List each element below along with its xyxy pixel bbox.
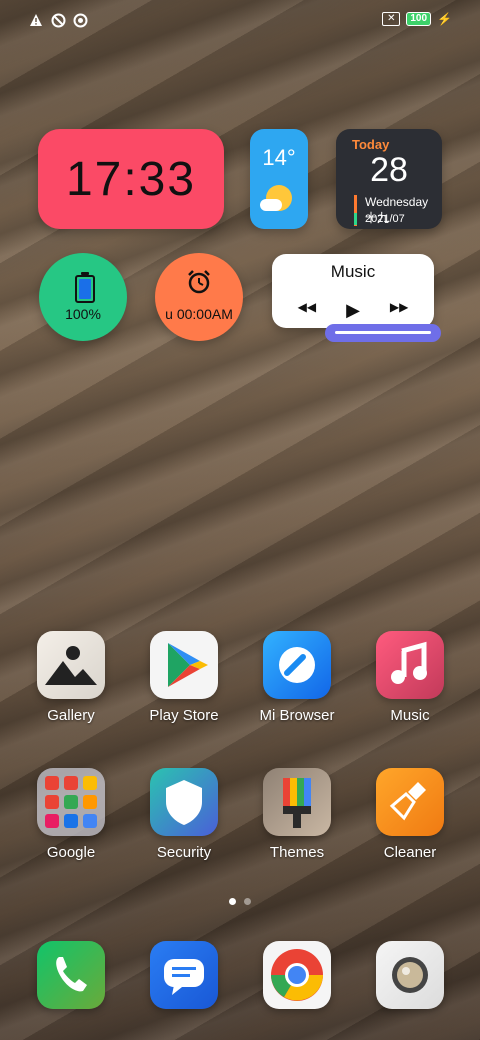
app-mi-browser[interactable]: Mi Browser (249, 631, 345, 724)
app-google-folder[interactable]: Google (23, 768, 119, 861)
battery-indicator: 100 (406, 12, 432, 26)
previous-button[interactable]: ◀◀ (298, 300, 316, 321)
app-gallery[interactable]: Gallery (23, 631, 119, 724)
app-label: Security (156, 844, 212, 861)
battery-widget[interactable]: 100% (39, 253, 127, 341)
music-note-icon (376, 631, 444, 699)
app-label: Mi Browser (259, 707, 335, 724)
app-play-store[interactable]: Play Store (136, 631, 232, 724)
no-sim-icon: ✕ (382, 12, 401, 26)
status-left (28, 12, 88, 28)
app-label: Cleaner (383, 844, 437, 861)
mi-browser-icon (263, 631, 331, 699)
app-cleaner[interactable]: Cleaner (362, 768, 458, 861)
music-widget[interactable]: Music ◀◀ ▶ ▶▶ (272, 254, 434, 328)
dock-messages[interactable] (136, 941, 232, 1009)
next-button[interactable]: ▶▶ (390, 300, 408, 321)
music-controls: ◀◀ ▶ ▶▶ (272, 300, 434, 321)
shield-icon (150, 768, 218, 836)
gallery-icon (37, 631, 105, 699)
dock-chrome[interactable] (249, 941, 345, 1009)
app-security[interactable]: Security (136, 768, 232, 861)
play-store-icon (150, 631, 218, 699)
broom-icon (376, 768, 444, 836)
alarm-time: u 00:00AM (165, 306, 233, 322)
calendar-day: 28 (370, 151, 408, 189)
app-label: Gallery (47, 707, 95, 724)
page-dot-1[interactable] (229, 898, 236, 905)
warning-icon (28, 12, 44, 28)
battery-icon (75, 272, 95, 303)
clock-widget[interactable]: 17:33 (38, 129, 224, 229)
calendar-today-label: Today (352, 137, 390, 152)
phone-icon (37, 941, 105, 1009)
alarm-widget[interactable]: u 00:00AM (155, 253, 243, 341)
music-progress-slider[interactable] (325, 324, 441, 342)
app-themes[interactable]: Themes (249, 768, 345, 861)
app-label: Themes (269, 844, 325, 861)
app-music[interactable]: Music (362, 631, 458, 724)
status-right: ✕ 100 ⚡ (382, 12, 452, 26)
camera-icon (376, 941, 444, 1009)
music-title: Music (330, 262, 376, 281)
weather-widget[interactable]: 14° (250, 129, 308, 229)
alarm-clock-icon (188, 270, 210, 294)
calendar-year-month: 2021/07 (354, 213, 405, 225)
cloud-icon (260, 199, 282, 211)
chrome-icon (263, 941, 331, 1009)
dock-phone[interactable] (23, 941, 119, 1009)
weather-temperature: 14° (262, 145, 296, 170)
app-label: Google (46, 844, 96, 861)
no-disturb-icon (50, 12, 66, 28)
page-indicator (0, 898, 480, 905)
play-button[interactable]: ▶ (346, 300, 360, 321)
status-bar: ✕ 100 ⚡ (0, 0, 480, 40)
paint-brush-icon (263, 768, 331, 836)
google-folder-icon (37, 768, 105, 836)
dock-camera[interactable] (362, 941, 458, 1009)
sync-off-icon (72, 12, 88, 28)
bolt-icon: ⚡ (437, 12, 452, 26)
messages-icon (150, 941, 218, 1009)
clock-time: 17:33 (65, 152, 197, 206)
app-label: Music (390, 707, 430, 724)
page-dot-2[interactable] (244, 898, 251, 905)
battery-percent: 100% (65, 306, 101, 322)
app-label: Play Store (149, 707, 219, 724)
calendar-widget[interactable]: Today 28 Wednesday 十九 2021/07 (336, 129, 442, 229)
